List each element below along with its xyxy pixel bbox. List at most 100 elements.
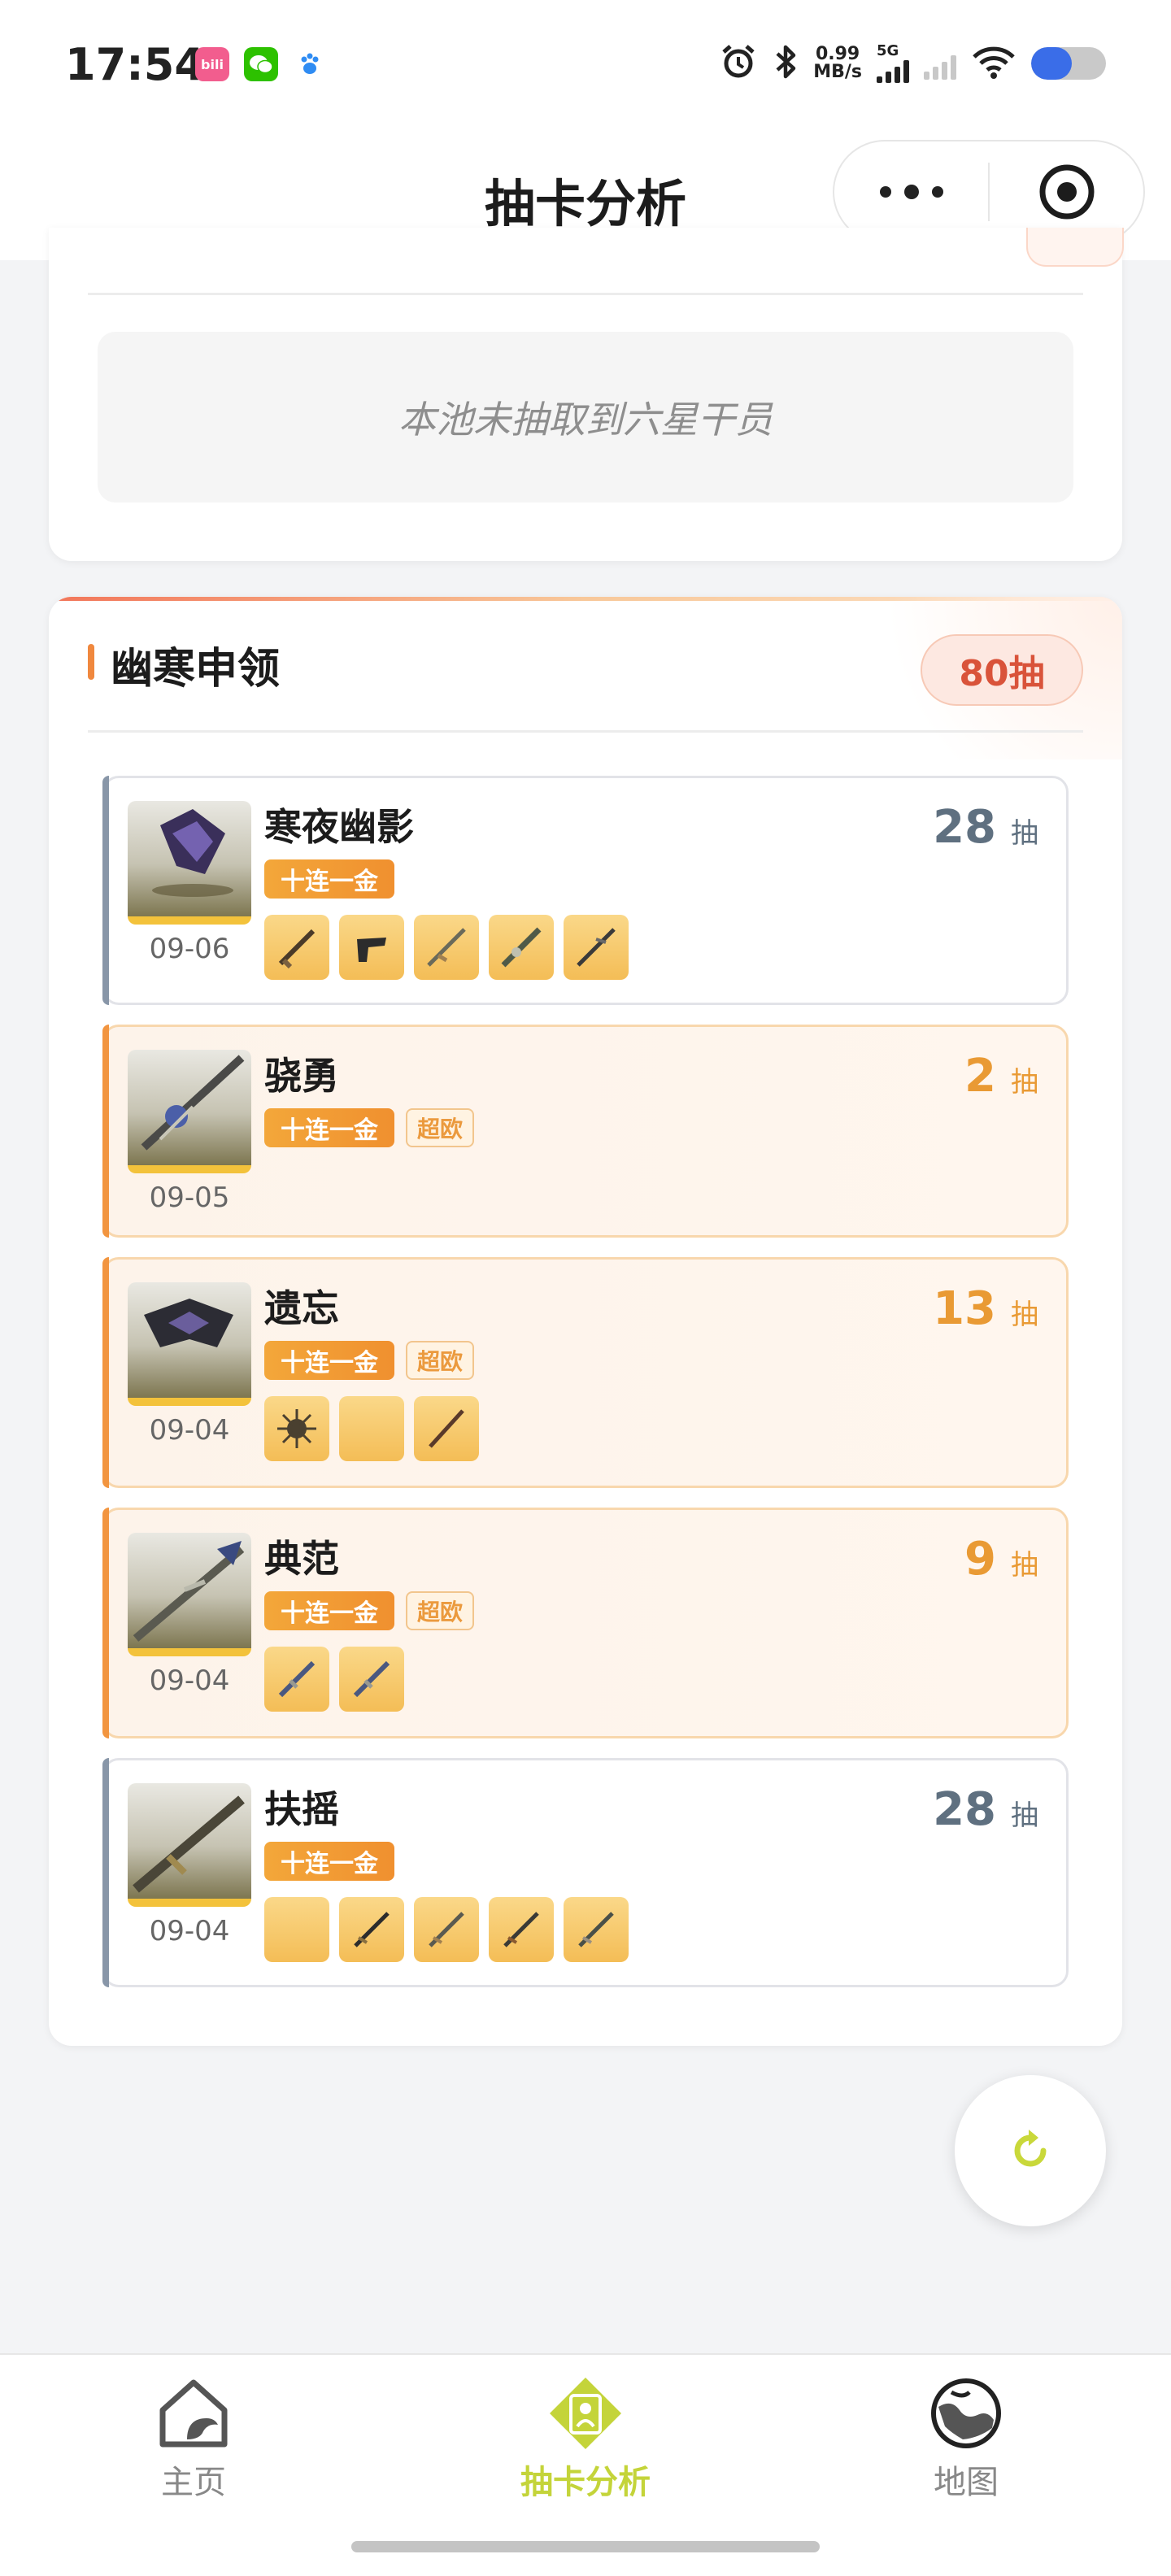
pull-count-number: 28 — [933, 801, 996, 854]
previous-pool-badge — [1026, 228, 1124, 267]
weapon-icon — [489, 1897, 554, 1962]
network-speed: 0.99 MB/s — [813, 46, 862, 81]
target-icon — [1039, 164, 1094, 220]
pull-count: 28 抽 — [933, 801, 1038, 854]
pull-count-unit: 抽 — [1011, 1066, 1038, 1099]
pull-count-unit: 抽 — [1011, 1299, 1038, 1331]
pull-record[interactable]: 09-04 遗忘 十连一金 超欧 13 抽 — [102, 1257, 1069, 1488]
tab-label: 抽卡分析 — [520, 2464, 651, 2501]
ten-pull-gold-tag: 十连一金 — [264, 1341, 394, 1380]
weapon-icon — [414, 915, 479, 980]
tab-label: 地图 — [934, 2464, 999, 2501]
operator-avatar — [128, 1533, 251, 1656]
pull-date: 09-05 — [149, 1181, 230, 1214]
pull-accent — [102, 1508, 109, 1738]
weapon-list — [264, 1396, 479, 1461]
super-lucky-tag: 超欧 — [406, 1341, 475, 1380]
wifi-icon — [971, 44, 1016, 83]
weapon-icon — [264, 1396, 329, 1461]
status-bar: 17:54 bili 0.99 MB/s 5G — [0, 0, 1171, 130]
previous-pool-card: 本池未抽取到六星干员 — [49, 228, 1122, 561]
weapon-icon — [264, 1897, 329, 1962]
pull-record[interactable]: 09-04 扶摇 十连一金 28 抽 — [102, 1758, 1069, 1987]
status-right: 0.99 MB/s 5G — [719, 42, 1106, 85]
tab-map[interactable]: 地图 — [844, 2374, 1088, 2503]
pull-count: 13 抽 — [933, 1282, 1038, 1335]
speed-unit: MB/s — [813, 62, 862, 82]
tab-gacha-analysis[interactable]: 抽卡分析 — [464, 2374, 707, 2503]
more-dots-icon — [879, 185, 943, 199]
card-divider — [88, 293, 1083, 295]
pull-accent — [102, 1025, 109, 1238]
refresh-button[interactable] — [955, 2075, 1106, 2226]
pull-date: 09-04 — [149, 1915, 230, 1947]
weapon-icon — [339, 915, 404, 980]
weapon-icon — [339, 1647, 404, 1712]
pull-count-number: 2 — [964, 1050, 996, 1103]
bilibili-icon: bili — [195, 47, 229, 81]
weapon-icon — [264, 1647, 329, 1712]
operator-avatar — [128, 1783, 251, 1907]
weapon-icon — [339, 1396, 404, 1461]
operator-name: 遗忘 — [264, 1286, 339, 1330]
pull-count: 28 抽 — [933, 1783, 1038, 1836]
home-indicator[interactable] — [351, 2541, 820, 2552]
weapon-list — [264, 1647, 404, 1712]
weapon-icon — [414, 1396, 479, 1461]
pull-accent — [102, 1257, 109, 1488]
tab-home[interactable]: 主页 — [72, 2374, 316, 2503]
pull-count-number: 13 — [933, 1282, 996, 1335]
pull-count-number: 28 — [933, 1783, 996, 1836]
pool-card: 幽寒申领 80抽 09-06 寒夜幽影 十连一金 28 抽 09-05 骁勇 十… — [49, 597, 1122, 2046]
operator-name: 典范 — [264, 1537, 339, 1581]
ten-pull-gold-tag: 十连一金 — [264, 1108, 394, 1147]
pull-date: 09-06 — [149, 933, 230, 965]
pool-title: 幽寒申领 — [111, 645, 281, 694]
map-icon — [931, 2378, 1001, 2448]
pull-count-number: 9 — [964, 1533, 996, 1586]
ten-pull-gold-tag: 十连一金 — [264, 1842, 394, 1881]
pull-tags: 十连一金 超欧 — [264, 1591, 475, 1630]
speed-value: 0.99 — [815, 44, 860, 64]
weapon-list — [264, 1897, 629, 1962]
pull-tags: 十连一金 超欧 — [264, 1341, 475, 1380]
pull-tags: 十连一金 — [264, 1842, 394, 1881]
weapon-icon — [414, 1897, 479, 1962]
operator-avatar — [128, 801, 251, 925]
pull-accent — [102, 1758, 109, 1987]
section-marker — [88, 644, 94, 680]
wechat-icon — [244, 47, 278, 81]
weapon-icon — [564, 1897, 629, 1962]
super-lucky-tag: 超欧 — [406, 1108, 475, 1147]
pull-date: 09-04 — [149, 1664, 230, 1697]
weapon-icon — [339, 1897, 404, 1962]
weapon-icon — [264, 915, 329, 980]
pull-date: 09-04 — [149, 1414, 230, 1447]
super-lucky-tag: 超欧 — [406, 1591, 475, 1630]
battery-icon — [1031, 47, 1106, 80]
alarm-icon — [719, 42, 758, 85]
tab-label: 主页 — [161, 2464, 226, 2501]
operator-avatar — [128, 1050, 251, 1173]
operator-name: 寒夜幽影 — [264, 805, 414, 849]
network-type: 5G — [877, 42, 899, 59]
signal-bars-secondary-icon — [924, 47, 956, 80]
pull-tags: 十连一金 超欧 — [264, 1108, 475, 1147]
status-time: 17:54 — [65, 39, 205, 90]
operator-avatar — [128, 1282, 251, 1406]
refresh-icon — [1014, 2130, 1047, 2167]
ten-pull-gold-tag: 十连一金 — [264, 1591, 394, 1630]
cellular-primary: 5G — [877, 44, 909, 83]
status-app-icons: bili — [195, 47, 327, 81]
pull-count: 2 抽 — [964, 1050, 1038, 1103]
gacha-analysis-icon — [550, 2378, 621, 2449]
pull-count-unit: 抽 — [1011, 1549, 1038, 1582]
empty-state-message: 本池未抽取到六星干员 — [98, 332, 1073, 503]
card-divider — [88, 730, 1083, 733]
pull-count-unit: 抽 — [1011, 817, 1038, 850]
weapon-list — [264, 915, 629, 980]
pull-record[interactable]: 09-04 典范 十连一金 超欧 9 抽 — [102, 1508, 1069, 1738]
pull-record[interactable]: 09-05 骁勇 十连一金 超欧 2 抽 — [102, 1025, 1069, 1238]
pull-record[interactable]: 09-06 寒夜幽影 十连一金 28 抽 — [102, 776, 1069, 1005]
bluetooth-icon — [773, 42, 799, 85]
